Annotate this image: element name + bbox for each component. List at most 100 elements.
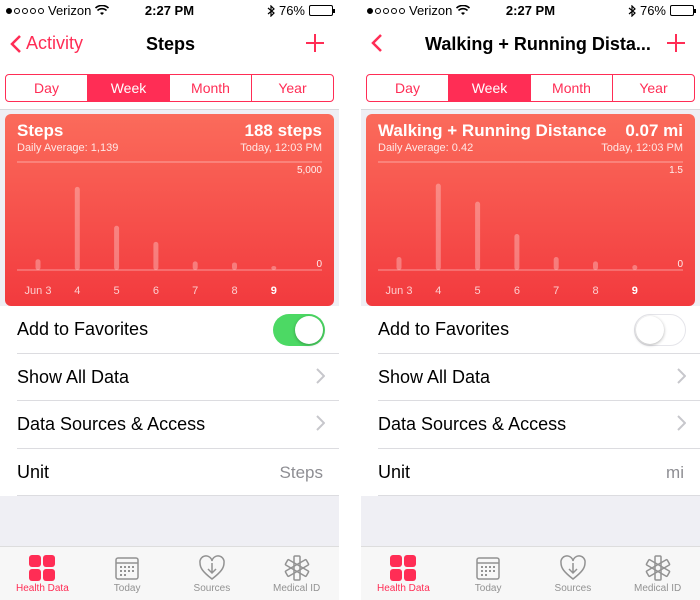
bluetooth-icon xyxy=(267,4,275,17)
chevron-left-icon xyxy=(10,34,21,53)
battery-percent: 76% xyxy=(639,3,666,18)
data-sources-label: Data Sources & Access xyxy=(378,414,567,434)
chart-bar xyxy=(593,261,598,270)
chevron-right-icon xyxy=(316,367,326,387)
unit-row[interactable]: Unit Steps xyxy=(17,449,339,496)
chart-bar xyxy=(396,257,402,270)
segment-year[interactable]: Year xyxy=(613,75,694,101)
x-tick-label: 6 xyxy=(514,285,520,297)
tab-bar: Health Data Today Sources Medical ID xyxy=(0,546,339,600)
show-all-data-row[interactable]: Show All Data xyxy=(378,354,700,401)
steps-screen: Verizon 2:27 PM 76% Activity Steps Day W… xyxy=(0,0,339,600)
unit-value: mi xyxy=(666,462,684,482)
tab-health-data[interactable]: Health Data xyxy=(0,547,85,600)
unit-value: Steps xyxy=(279,462,323,482)
tab-today[interactable]: Today xyxy=(446,547,531,600)
range-segmented-control: Day Week Month Year xyxy=(5,74,334,102)
x-tick-label: 5 xyxy=(475,285,481,297)
data-sources-label: Data Sources & Access xyxy=(17,414,206,434)
plus-icon xyxy=(306,34,324,52)
heart-download-icon xyxy=(199,555,225,580)
battery-percent: 76% xyxy=(278,3,305,18)
navigation-bar: Activity Steps xyxy=(0,22,339,68)
chevron-left-icon xyxy=(371,34,382,52)
distance-bar-chart: 1.5 0 Jun 3 4 5 6 7 8 9 xyxy=(378,161,683,297)
favorites-row: Add to Favorites xyxy=(378,306,700,354)
segment-month[interactable]: Month xyxy=(531,75,613,101)
status-bar: Verizon 2:27 PM 76% xyxy=(361,0,700,22)
x-tick-label: Jun 3 xyxy=(25,285,52,297)
tab-label: Health Data xyxy=(376,583,430,594)
unit-label: Unit xyxy=(17,461,50,482)
x-tick-label: 4 xyxy=(435,285,441,297)
y-tick-label: 0 xyxy=(316,259,322,270)
segment-day[interactable]: Day xyxy=(6,75,88,101)
tab-medical-id[interactable]: Medical ID xyxy=(254,547,339,600)
bluetooth-icon xyxy=(628,4,636,17)
navigation-bar: Walking + Running Dista... xyxy=(361,22,700,68)
chevron-right-icon xyxy=(677,367,687,387)
page-title: Walking + Running Dista... xyxy=(425,34,651,54)
heart-download-icon xyxy=(560,555,586,580)
tab-label: Sources xyxy=(193,583,231,594)
tab-label: Medical ID xyxy=(273,583,321,594)
segment-week[interactable]: Week xyxy=(449,75,531,101)
grid-icon xyxy=(29,555,56,581)
segment-week[interactable]: Week xyxy=(88,75,170,101)
x-tick-label: 7 xyxy=(553,285,559,297)
tab-sources[interactable]: Sources xyxy=(170,547,255,600)
chart-bar xyxy=(271,265,277,270)
x-tick-label: 8 xyxy=(231,285,237,297)
chevron-right-icon xyxy=(677,415,687,434)
tab-bar: Health Data Today Sources Medical ID xyxy=(361,546,700,600)
settings-list: Add to Favorites Show All Data Data Sour… xyxy=(0,306,339,496)
show-all-data-label: Show All Data xyxy=(17,366,130,387)
tab-sources[interactable]: Sources xyxy=(531,547,616,600)
show-all-data-row[interactable]: Show All Data xyxy=(17,354,339,401)
calendar-icon xyxy=(476,557,500,580)
battery-icon xyxy=(309,5,335,16)
favorites-toggle[interactable] xyxy=(273,314,325,346)
status-bar: Verizon 2:27 PM 76% xyxy=(0,0,339,22)
calendar-icon xyxy=(115,557,139,580)
tab-label: Sources xyxy=(554,583,592,594)
unit-row[interactable]: Unit mi xyxy=(378,449,700,496)
steps-bar-chart: 5,000 0 Jun 3 4 5 6 7 8 9 xyxy=(17,161,322,297)
add-data-button[interactable] xyxy=(305,30,325,58)
favorites-label: Add to Favorites xyxy=(378,319,510,339)
x-tick-label: 8 xyxy=(592,285,598,297)
range-selector-bar: Day Week Month Year xyxy=(361,68,700,110)
favorites-row: Add to Favorites xyxy=(17,306,339,354)
tab-today[interactable]: Today xyxy=(85,547,170,600)
x-tick-label: 4 xyxy=(74,285,80,297)
y-tick-label: 5,000 xyxy=(297,165,322,176)
x-tick-label: 5 xyxy=(114,285,120,297)
chart-card[interactable]: Walking + Running Distance 0.07 mi Daily… xyxy=(366,114,695,306)
chart-card[interactable]: Steps 188 steps Daily Average: 1,139 Tod… xyxy=(5,114,334,306)
favorites-toggle[interactable] xyxy=(634,314,686,346)
chart-bar xyxy=(114,225,120,270)
back-button[interactable] xyxy=(371,33,387,53)
x-tick-label: 7 xyxy=(192,285,198,297)
data-sources-row[interactable]: Data Sources & Access xyxy=(378,401,700,449)
chart-bar xyxy=(232,262,237,270)
y-tick-label: 1.5 xyxy=(669,165,683,176)
page-title: Steps xyxy=(146,34,196,54)
segment-year[interactable]: Year xyxy=(252,75,333,101)
add-data-button[interactable] xyxy=(666,30,686,58)
data-sources-row[interactable]: Data Sources & Access xyxy=(17,401,339,449)
medical-star-icon xyxy=(645,555,670,581)
tab-medical-id[interactable]: Medical ID xyxy=(615,547,700,600)
chart-bar xyxy=(35,259,41,270)
plus-icon xyxy=(667,34,685,52)
segment-month[interactable]: Month xyxy=(170,75,252,101)
chart-bar xyxy=(514,234,520,270)
tab-label: Today xyxy=(474,583,502,594)
x-tick-label: 6 xyxy=(153,285,159,297)
chart-bar xyxy=(192,261,198,270)
tab-health-data[interactable]: Health Data xyxy=(361,547,446,600)
back-button[interactable]: Activity xyxy=(10,33,83,54)
medical-star-icon xyxy=(284,555,309,581)
segment-day[interactable]: Day xyxy=(367,75,449,101)
chart-bar xyxy=(632,264,638,270)
